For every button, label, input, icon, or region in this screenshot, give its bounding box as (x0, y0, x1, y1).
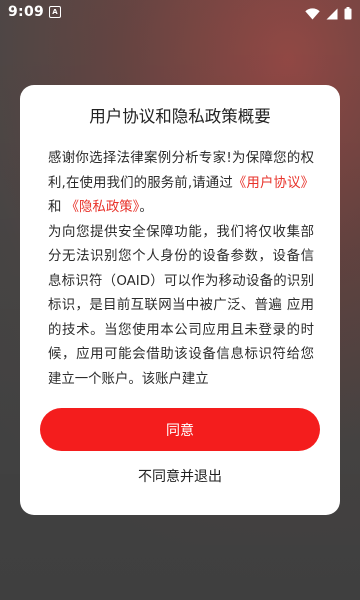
notification-a-icon: A (49, 6, 61, 18)
disagree-exit-button[interactable]: 不同意并退出 (20, 466, 340, 486)
screen-background: 9:09 A 用户协议和隐私政策概要 感谢你选择法律案例分析专家!为保障您的权利… (0, 0, 360, 600)
oaid-paragraph: 为向您提供安全保障功能，我们将仅收集部分无法识别您个人身份的设备参数，设备信息标… (48, 224, 314, 387)
intro-end: 。 (139, 200, 153, 215)
status-time: 9:09 (8, 4, 45, 20)
battery-icon (344, 5, 352, 24)
status-icons (305, 5, 352, 24)
user-agreement-link[interactable]: 《用户协议》 (233, 176, 314, 191)
dialog-title: 用户协议和隐私政策概要 (89, 107, 271, 126)
status-bar: 9:09 A (0, 0, 360, 26)
agree-button[interactable]: 同意 (40, 408, 320, 451)
and-text: 和 (48, 200, 62, 215)
signal-icon (326, 5, 338, 24)
wifi-icon (305, 5, 320, 24)
privacy-policy-link[interactable]: 《隐私政策》 (66, 200, 140, 215)
intro-paragraph: 感谢你选择法律案例分析专家!为保障您的权利,在使用我们的服务前,请通过《用户协议… (48, 147, 314, 221)
dialog-body[interactable]: 感谢你选择法律案例分析专家!为保障您的权利,在使用我们的服务前,请通过《用户协议… (48, 147, 314, 409)
privacy-dialog: 用户协议和隐私政策概要 感谢你选择法律案例分析专家!为保障您的权利,在使用我们的… (20, 85, 340, 515)
